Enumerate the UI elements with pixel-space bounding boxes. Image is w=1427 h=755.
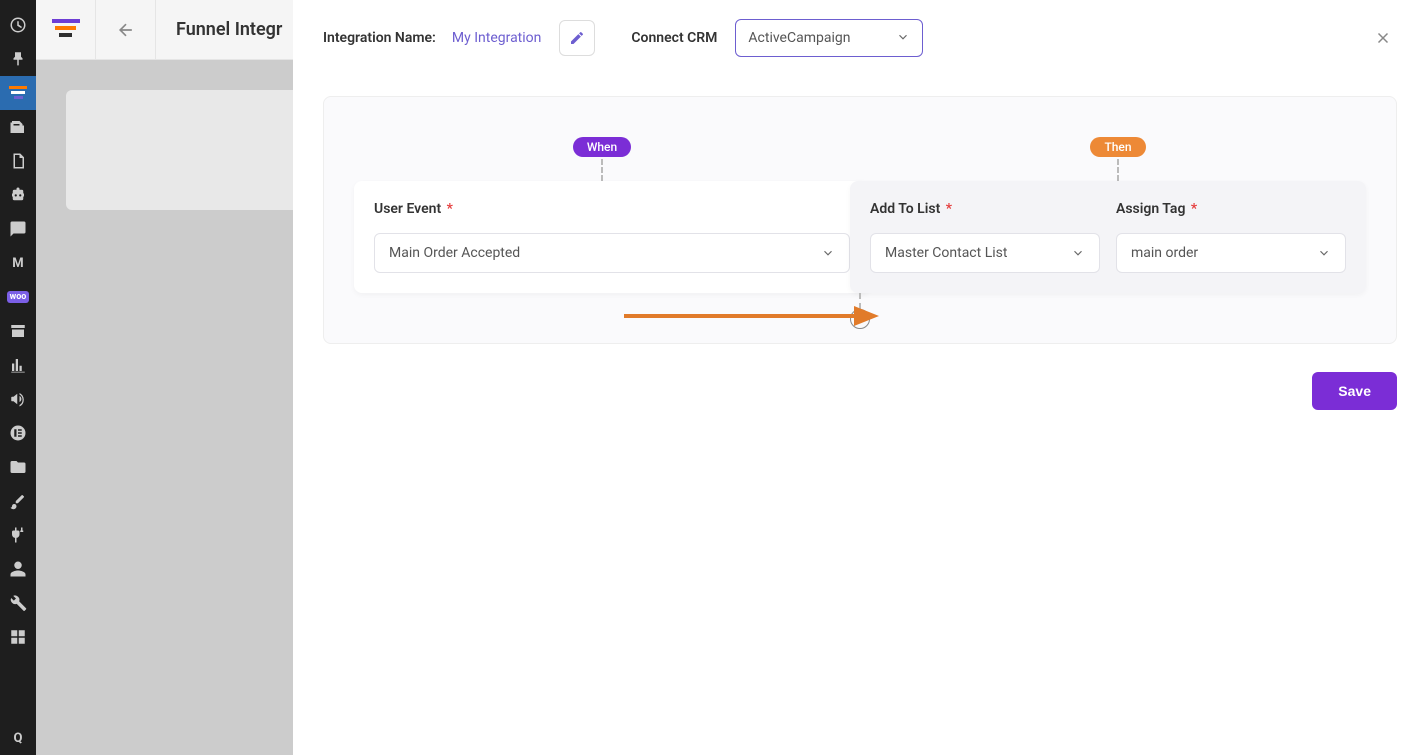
when-column: When User Event * Main Order Accepted	[344, 137, 860, 293]
assign-tag-label: Assign Tag *	[1116, 201, 1346, 217]
modal-header: Integration Name: My Integration Connect…	[293, 0, 1427, 76]
add-step-connector	[850, 293, 870, 329]
plus-icon	[854, 313, 866, 325]
tools-icon[interactable]	[0, 586, 36, 620]
user-event-select-value: Main Order Accepted	[389, 245, 520, 261]
app-logo	[36, 0, 96, 60]
chevron-down-icon	[896, 30, 910, 47]
comments-icon[interactable]	[0, 212, 36, 246]
user-event-select[interactable]: Main Order Accepted	[374, 233, 850, 273]
callout-arrow-icon	[624, 296, 884, 340]
plugins-icon[interactable]	[0, 518, 36, 552]
add-to-list-select[interactable]: Master Contact List	[870, 233, 1100, 273]
placeholder-card	[66, 90, 326, 210]
woo-icon[interactable]: woo	[0, 280, 36, 314]
admin-icon-sidebar: M woo Q	[0, 0, 36, 755]
crm-select[interactable]: ActiveCampaign	[735, 19, 923, 57]
then-column: Then Add To List * Master Contact List	[860, 137, 1376, 293]
marketing-icon[interactable]	[0, 382, 36, 416]
connector-line	[859, 293, 861, 309]
close-icon	[1374, 29, 1392, 47]
pages-icon[interactable]	[0, 144, 36, 178]
chevron-down-icon	[1071, 246, 1085, 260]
chevron-down-icon	[1317, 246, 1331, 260]
elementor-icon[interactable]	[0, 416, 36, 450]
flow-card: When User Event * Main Order Accepted	[323, 96, 1397, 344]
crm-select-value: ActiveCampaign	[748, 30, 850, 46]
analytics-icon[interactable]	[0, 348, 36, 382]
close-button[interactable]	[1369, 24, 1397, 52]
assign-tag-select-value: main order	[1131, 245, 1198, 261]
connect-crm-label: Connect CRM	[631, 30, 717, 46]
assign-tag-field: Assign Tag * main order	[1116, 201, 1346, 273]
chevron-down-icon	[821, 246, 835, 260]
integration-modal: Integration Name: My Integration Connect…	[293, 0, 1427, 755]
edit-name-button[interactable]	[559, 20, 595, 56]
assign-tag-select[interactable]: main order	[1116, 233, 1346, 273]
settings-icon[interactable]	[0, 620, 36, 654]
integration-name-label: Integration Name:	[323, 30, 436, 46]
then-event-box: Add To List * Master Contact List	[850, 181, 1366, 293]
when-pill: When	[573, 137, 631, 157]
add-to-list-label: Add To List *	[870, 201, 1100, 217]
add-step-button[interactable]	[850, 309, 870, 329]
connector-line	[1117, 159, 1119, 181]
save-row: Save	[323, 372, 1397, 410]
back-button[interactable]	[96, 0, 156, 60]
users-icon[interactable]	[0, 552, 36, 586]
media-icon[interactable]	[0, 110, 36, 144]
add-to-list-select-value: Master Contact List	[885, 245, 1007, 261]
user-event-label: User Event *	[374, 201, 850, 217]
page-title: Funnel Integr	[156, 19, 282, 40]
archive-icon[interactable]	[0, 314, 36, 348]
funnel-icon[interactable]	[0, 76, 36, 110]
pencil-icon	[569, 30, 585, 46]
robot-icon[interactable]	[0, 178, 36, 212]
templates-icon[interactable]	[0, 450, 36, 484]
letter-m-icon[interactable]: M	[0, 246, 36, 280]
when-event-box: User Event * Main Order Accepted	[354, 181, 870, 293]
letter-q-icon[interactable]: Q	[0, 721, 36, 755]
then-pill: Then	[1090, 137, 1145, 157]
dashboard-icon[interactable]	[0, 8, 36, 42]
modal-body: When User Event * Main Order Accepted	[293, 76, 1427, 755]
connector-line	[601, 159, 603, 181]
add-to-list-field: Add To List * Master Contact List	[870, 201, 1100, 273]
flow-row: When User Event * Main Order Accepted	[344, 137, 1376, 293]
pin-icon[interactable]	[0, 42, 36, 76]
save-button[interactable]: Save	[1312, 372, 1397, 410]
brush-icon[interactable]	[0, 484, 36, 518]
integration-name-value: My Integration	[452, 30, 542, 46]
